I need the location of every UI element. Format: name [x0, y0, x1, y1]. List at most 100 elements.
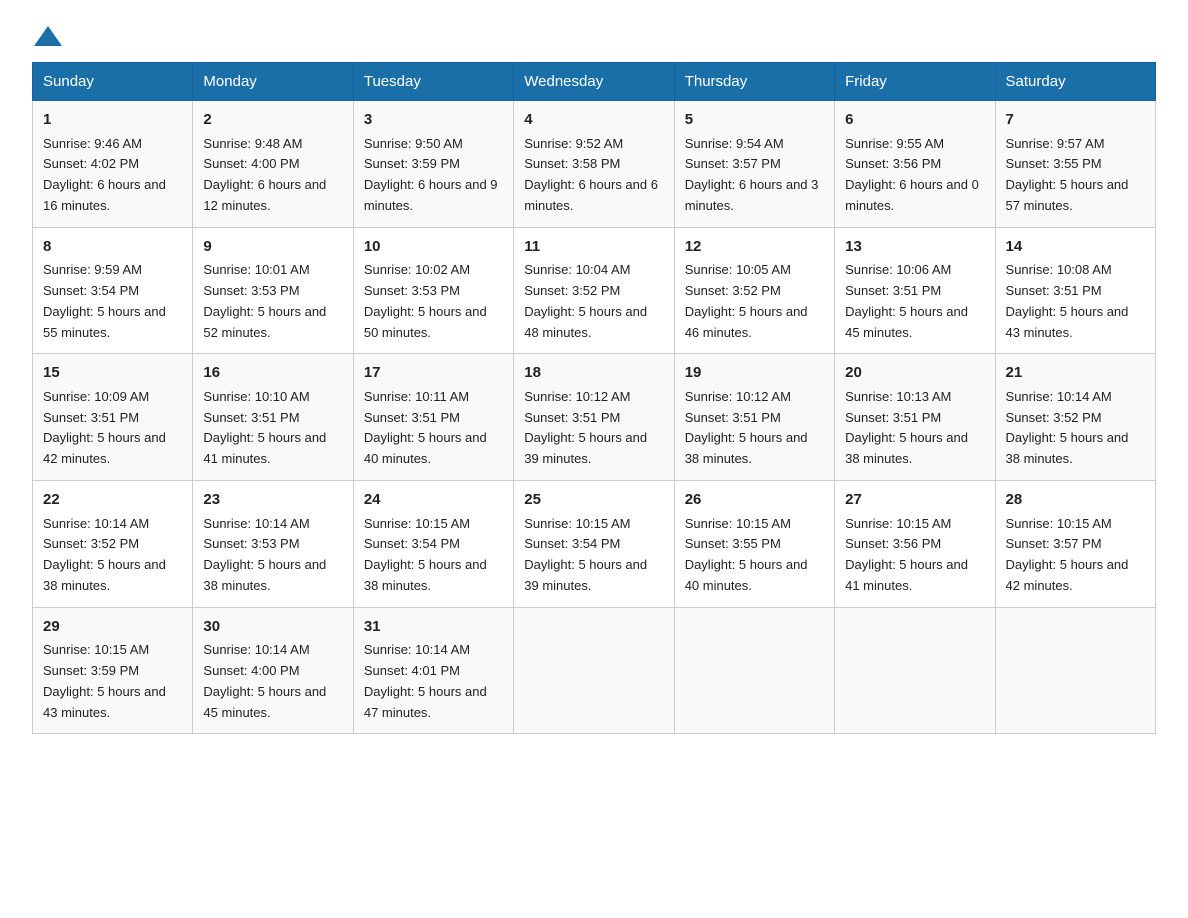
day-info: Sunrise: 10:15 AMSunset: 3:54 PMDaylight… [364, 516, 487, 593]
day-of-week-header: Saturday [995, 63, 1155, 101]
calendar-week-row: 1 Sunrise: 9:46 AMSunset: 4:02 PMDayligh… [33, 101, 1156, 228]
day-number: 31 [364, 616, 503, 639]
calendar-table: SundayMondayTuesdayWednesdayThursdayFrid… [32, 62, 1156, 734]
calendar-cell: 23 Sunrise: 10:14 AMSunset: 3:53 PMDayli… [193, 481, 353, 608]
calendar-cell [995, 607, 1155, 734]
calendar-cell: 16 Sunrise: 10:10 AMSunset: 3:51 PMDayli… [193, 354, 353, 481]
day-number: 20 [845, 362, 984, 385]
calendar-cell: 29 Sunrise: 10:15 AMSunset: 3:59 PMDayli… [33, 607, 193, 734]
day-of-week-header: Sunday [33, 63, 193, 101]
calendar-cell: 9 Sunrise: 10:01 AMSunset: 3:53 PMDaylig… [193, 227, 353, 354]
day-of-week-header: Friday [835, 63, 995, 101]
calendar-cell: 27 Sunrise: 10:15 AMSunset: 3:56 PMDayli… [835, 481, 995, 608]
day-number: 4 [524, 109, 663, 132]
calendar-header-row: SundayMondayTuesdayWednesdayThursdayFrid… [33, 63, 1156, 101]
calendar-cell: 18 Sunrise: 10:12 AMSunset: 3:51 PMDayli… [514, 354, 674, 481]
calendar-cell: 13 Sunrise: 10:06 AMSunset: 3:51 PMDayli… [835, 227, 995, 354]
day-number: 21 [1006, 362, 1145, 385]
calendar-cell: 15 Sunrise: 10:09 AMSunset: 3:51 PMDayli… [33, 354, 193, 481]
calendar-cell: 19 Sunrise: 10:12 AMSunset: 3:51 PMDayli… [674, 354, 834, 481]
day-of-week-header: Monday [193, 63, 353, 101]
day-info: Sunrise: 10:15 AMSunset: 3:54 PMDaylight… [524, 516, 647, 593]
day-number: 19 [685, 362, 824, 385]
calendar-cell: 7 Sunrise: 9:57 AMSunset: 3:55 PMDayligh… [995, 101, 1155, 228]
day-info: Sunrise: 10:05 AMSunset: 3:52 PMDaylight… [685, 262, 808, 339]
calendar-cell: 2 Sunrise: 9:48 AMSunset: 4:00 PMDayligh… [193, 101, 353, 228]
day-number: 30 [203, 616, 342, 639]
day-info: Sunrise: 9:46 AMSunset: 4:02 PMDaylight:… [43, 136, 166, 213]
day-info: Sunrise: 10:12 AMSunset: 3:51 PMDaylight… [524, 389, 647, 466]
day-info: Sunrise: 10:02 AMSunset: 3:53 PMDaylight… [364, 262, 487, 339]
calendar-cell: 31 Sunrise: 10:14 AMSunset: 4:01 PMDayli… [353, 607, 513, 734]
day-number: 6 [845, 109, 984, 132]
day-info: Sunrise: 9:52 AMSunset: 3:58 PMDaylight:… [524, 136, 658, 213]
day-info: Sunrise: 10:15 AMSunset: 3:55 PMDaylight… [685, 516, 808, 593]
day-number: 25 [524, 489, 663, 512]
calendar-cell: 28 Sunrise: 10:15 AMSunset: 3:57 PMDayli… [995, 481, 1155, 608]
day-info: Sunrise: 9:55 AMSunset: 3:56 PMDaylight:… [845, 136, 979, 213]
day-info: Sunrise: 10:14 AMSunset: 4:00 PMDaylight… [203, 642, 326, 719]
day-info: Sunrise: 10:14 AMSunset: 3:52 PMDaylight… [1006, 389, 1129, 466]
day-number: 28 [1006, 489, 1145, 512]
day-info: Sunrise: 10:14 AMSunset: 3:53 PMDaylight… [203, 516, 326, 593]
day-info: Sunrise: 9:54 AMSunset: 3:57 PMDaylight:… [685, 136, 819, 213]
day-info: Sunrise: 10:14 AMSunset: 3:52 PMDaylight… [43, 516, 166, 593]
day-number: 8 [43, 236, 182, 259]
day-number: 1 [43, 109, 182, 132]
day-number: 11 [524, 236, 663, 259]
calendar-cell: 14 Sunrise: 10:08 AMSunset: 3:51 PMDayli… [995, 227, 1155, 354]
day-number: 18 [524, 362, 663, 385]
day-number: 23 [203, 489, 342, 512]
day-number: 13 [845, 236, 984, 259]
day-number: 3 [364, 109, 503, 132]
day-info: Sunrise: 10:13 AMSunset: 3:51 PMDaylight… [845, 389, 968, 466]
day-number: 10 [364, 236, 503, 259]
day-number: 29 [43, 616, 182, 639]
day-of-week-header: Tuesday [353, 63, 513, 101]
calendar-week-row: 8 Sunrise: 9:59 AMSunset: 3:54 PMDayligh… [33, 227, 1156, 354]
day-info: Sunrise: 10:15 AMSunset: 3:57 PMDaylight… [1006, 516, 1129, 593]
day-info: Sunrise: 9:48 AMSunset: 4:00 PMDaylight:… [203, 136, 326, 213]
calendar-cell [674, 607, 834, 734]
day-info: Sunrise: 9:59 AMSunset: 3:54 PMDaylight:… [43, 262, 166, 339]
calendar-cell: 24 Sunrise: 10:15 AMSunset: 3:54 PMDayli… [353, 481, 513, 608]
day-number: 12 [685, 236, 824, 259]
calendar-week-row: 22 Sunrise: 10:14 AMSunset: 3:52 PMDayli… [33, 481, 1156, 608]
day-info: Sunrise: 10:01 AMSunset: 3:53 PMDaylight… [203, 262, 326, 339]
calendar-cell: 10 Sunrise: 10:02 AMSunset: 3:53 PMDayli… [353, 227, 513, 354]
calendar-cell: 5 Sunrise: 9:54 AMSunset: 3:57 PMDayligh… [674, 101, 834, 228]
calendar-cell: 4 Sunrise: 9:52 AMSunset: 3:58 PMDayligh… [514, 101, 674, 228]
day-info: Sunrise: 10:14 AMSunset: 4:01 PMDaylight… [364, 642, 487, 719]
day-info: Sunrise: 10:15 AMSunset: 3:56 PMDaylight… [845, 516, 968, 593]
day-number: 14 [1006, 236, 1145, 259]
day-of-week-header: Thursday [674, 63, 834, 101]
calendar-week-row: 15 Sunrise: 10:09 AMSunset: 3:51 PMDayli… [33, 354, 1156, 481]
day-number: 27 [845, 489, 984, 512]
day-info: Sunrise: 10:08 AMSunset: 3:51 PMDaylight… [1006, 262, 1129, 339]
day-number: 16 [203, 362, 342, 385]
day-info: Sunrise: 10:04 AMSunset: 3:52 PMDaylight… [524, 262, 647, 339]
day-number: 24 [364, 489, 503, 512]
day-info: Sunrise: 10:06 AMSunset: 3:51 PMDaylight… [845, 262, 968, 339]
page-header [32, 24, 1156, 44]
calendar-week-row: 29 Sunrise: 10:15 AMSunset: 3:59 PMDayli… [33, 607, 1156, 734]
day-number: 9 [203, 236, 342, 259]
calendar-cell: 26 Sunrise: 10:15 AMSunset: 3:55 PMDayli… [674, 481, 834, 608]
calendar-cell: 8 Sunrise: 9:59 AMSunset: 3:54 PMDayligh… [33, 227, 193, 354]
day-info: Sunrise: 10:11 AMSunset: 3:51 PMDaylight… [364, 389, 487, 466]
calendar-cell: 11 Sunrise: 10:04 AMSunset: 3:52 PMDayli… [514, 227, 674, 354]
day-number: 7 [1006, 109, 1145, 132]
calendar-cell: 1 Sunrise: 9:46 AMSunset: 4:02 PMDayligh… [33, 101, 193, 228]
day-info: Sunrise: 10:10 AMSunset: 3:51 PMDaylight… [203, 389, 326, 466]
logo-arrow-icon [34, 26, 62, 46]
calendar-cell: 17 Sunrise: 10:11 AMSunset: 3:51 PMDayli… [353, 354, 513, 481]
calendar-cell: 25 Sunrise: 10:15 AMSunset: 3:54 PMDayli… [514, 481, 674, 608]
calendar-cell: 30 Sunrise: 10:14 AMSunset: 4:00 PMDayli… [193, 607, 353, 734]
day-info: Sunrise: 10:09 AMSunset: 3:51 PMDaylight… [43, 389, 166, 466]
day-number: 22 [43, 489, 182, 512]
day-info: Sunrise: 10:15 AMSunset: 3:59 PMDaylight… [43, 642, 166, 719]
logo [32, 24, 62, 44]
day-number: 5 [685, 109, 824, 132]
day-number: 15 [43, 362, 182, 385]
calendar-cell: 20 Sunrise: 10:13 AMSunset: 3:51 PMDayli… [835, 354, 995, 481]
